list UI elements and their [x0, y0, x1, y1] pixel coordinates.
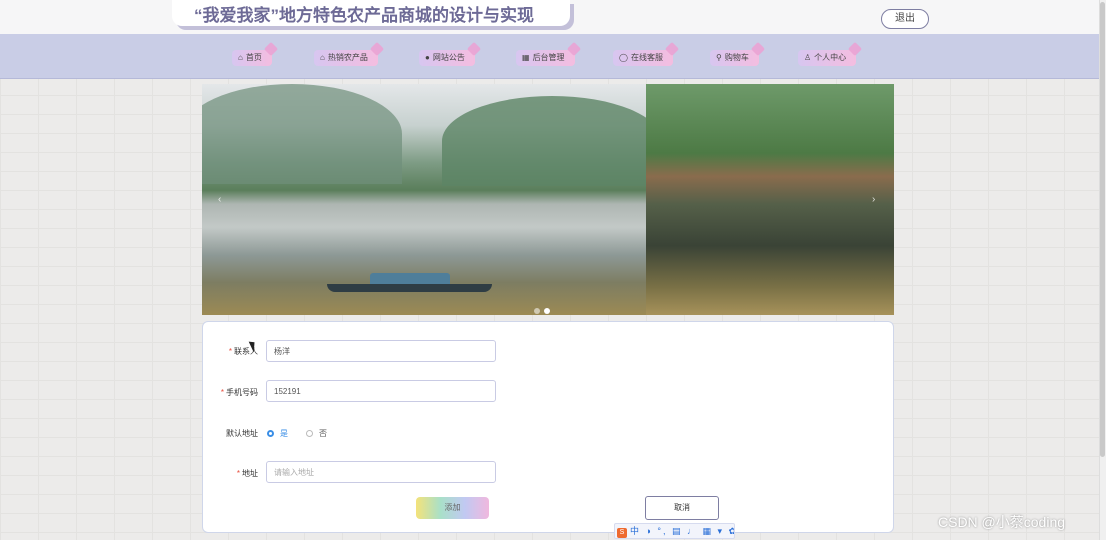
site-title: “我爱我家”地方特色农产品商城的设计与实现 [194, 6, 534, 25]
address-label: * 地址 [198, 468, 258, 479]
banner-carousel[interactable]: ‹ › [202, 84, 894, 315]
carousel-next-icon[interactable]: › [872, 194, 875, 205]
radio-label: 是 [280, 429, 288, 438]
nav-item-cart[interactable]: ⚲ 购物车 [710, 50, 759, 66]
carousel-slide-hill [646, 84, 894, 315]
ime-logo-icon: S [617, 528, 627, 538]
chat-icon: ◯ [619, 53, 628, 62]
default-address-no-radio[interactable]: 否 [306, 428, 327, 439]
radio-circle [267, 430, 274, 437]
nav-label: 首页 [245, 53, 262, 62]
mountain-shape [202, 84, 402, 184]
ime-toolbar[interactable]: S中 ◑ °, ▤ ♩ ▦ ▾ ✿ [614, 523, 735, 539]
nav-item-admin[interactable]: ▦ 后台管理 [516, 50, 575, 66]
default-address-label: 默认地址 [226, 429, 258, 438]
nav-label: 个人中心 [814, 53, 847, 62]
required-mark: * [228, 347, 232, 356]
shop-icon: ⌂ [320, 53, 325, 62]
carousel-slide-lake [202, 84, 662, 315]
nav-item-home[interactable]: ⌂ 首页 [232, 50, 272, 66]
site-title-banner: “我爱我家”地方特色农产品商城的设计与实现 [172, 0, 570, 26]
logout-button[interactable]: 退出 [881, 9, 929, 29]
nav-label: 在线客服 [630, 53, 663, 62]
required-mark: * [236, 469, 240, 478]
nav-label: 热销农产品 [327, 53, 368, 62]
admin-icon: ▦ [522, 53, 530, 62]
required-mark: * [220, 388, 224, 397]
boat-shape [327, 284, 492, 292]
contact-label: * 联系人 [198, 346, 258, 357]
phone-input[interactable]: 152191 [266, 380, 496, 402]
radio-circle [306, 430, 313, 437]
phone-label-text: 手机号码 [226, 388, 258, 397]
radio-label: 否 [319, 429, 327, 438]
cart-icon: ⚲ [716, 53, 722, 62]
ime-toolbar-buttons[interactable]: 中 ◑ °, ▤ ♩ ▦ ▾ ✿ [630, 526, 734, 536]
user-icon: ♙ [804, 53, 812, 62]
address-label-text: 地址 [242, 469, 258, 478]
home-icon: ⌂ [238, 53, 243, 62]
main-nav: ⌂ 首页 ⌂ 热销农产品 ● 网站公告 ▦ 后台管理 ◯ 在线客服 ⚲ 购物车 ♙ 个人中心 [0, 34, 1100, 79]
mountain-shape [442, 96, 662, 186]
watermark: CSDN @小蔡coding [938, 514, 1066, 530]
nav-item-announcements[interactable]: ● 网站公告 [419, 50, 475, 66]
add-button[interactable]: 添加 [416, 497, 489, 519]
nav-item-hot-products[interactable]: ⌂ 热销农产品 [314, 50, 378, 66]
carousel-indicators [534, 301, 554, 315]
carousel-dot[interactable] [534, 308, 540, 314]
nav-label: 后台管理 [532, 53, 565, 62]
contact-input[interactable]: 杨洋 [266, 340, 496, 362]
nav-label: 网站公告 [432, 53, 465, 62]
nav-item-customer-service[interactable]: ◯ 在线客服 [613, 50, 673, 66]
phone-label: * 手机号码 [198, 387, 258, 398]
address-input[interactable]: 请输入地址 [266, 461, 496, 483]
carousel-dot[interactable] [544, 308, 550, 314]
nav-label: 购物车 [724, 53, 749, 62]
default-address-yes-radio[interactable]: 是 [267, 428, 288, 439]
nav-item-profile[interactable]: ♙ 个人中心 [798, 50, 857, 66]
scrollbar-thumb[interactable] [1100, 2, 1105, 457]
carousel-prev-icon[interactable]: ‹ [218, 194, 221, 205]
notice-icon: ● [425, 53, 430, 62]
cancel-button[interactable]: 取消 [645, 496, 719, 520]
top-bar: “我爱我家”地方特色农产品商城的设计与实现 退出 [0, 0, 1100, 34]
